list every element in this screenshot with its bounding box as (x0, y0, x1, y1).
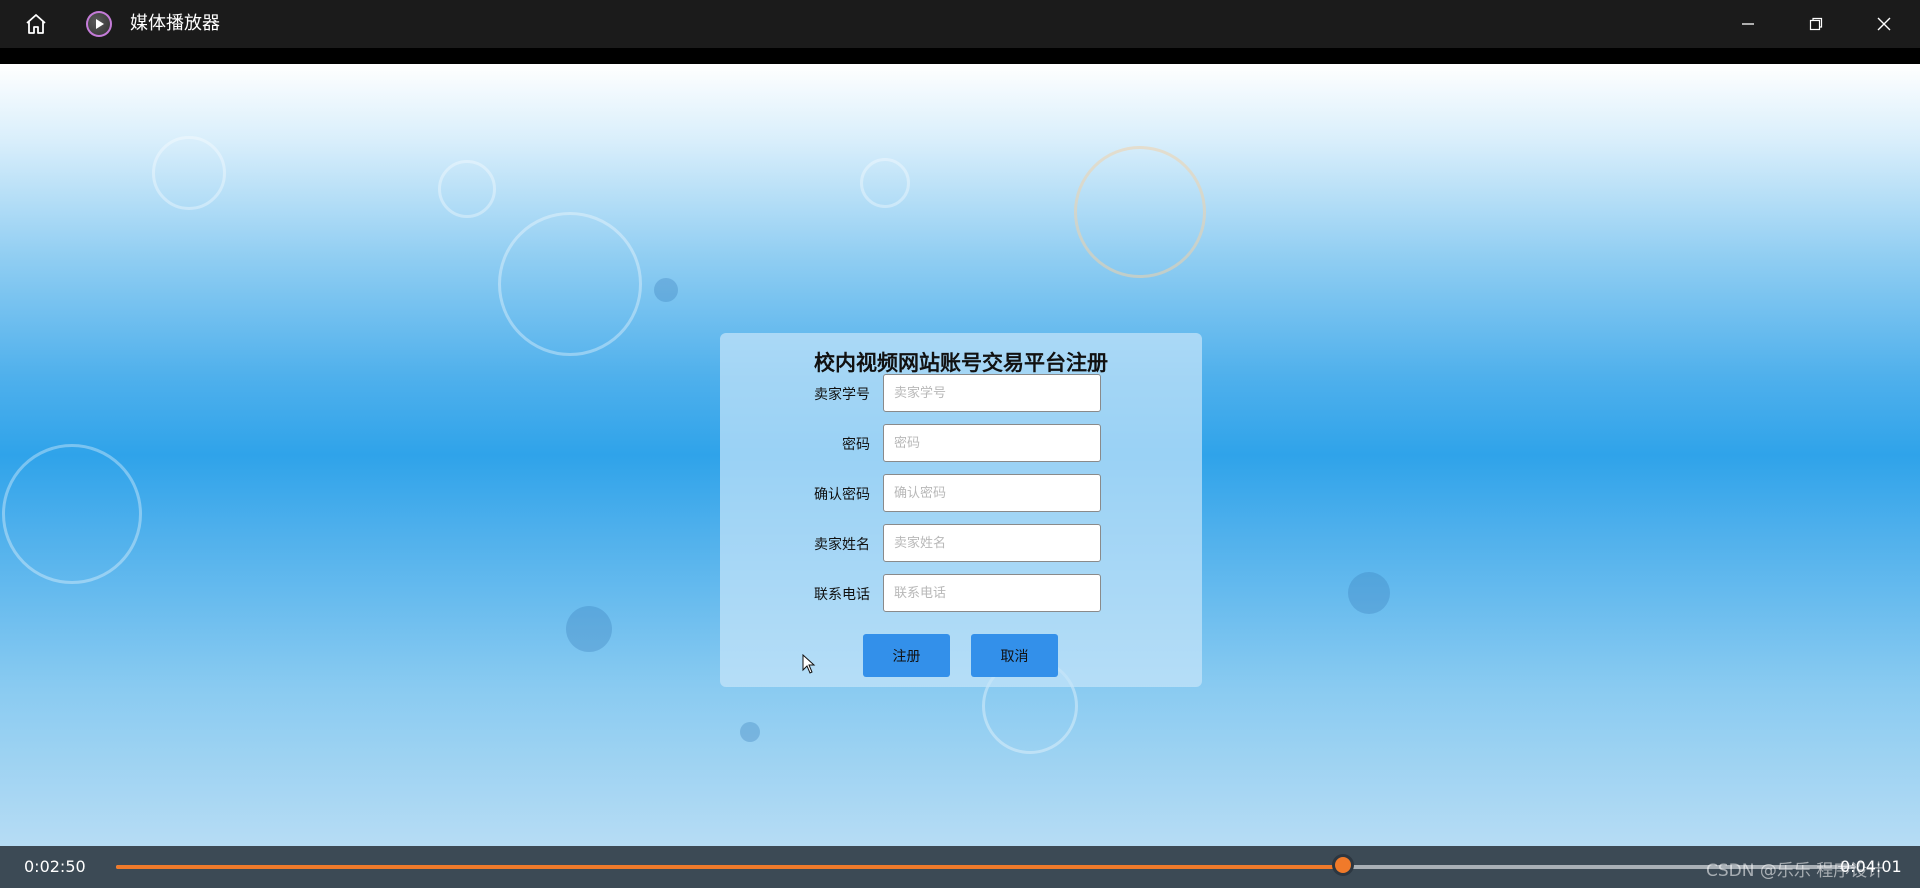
seek-thumb[interactable] (1334, 857, 1351, 873)
title-bar: 媒体播放器 (0, 0, 1920, 48)
decorative-dot (1348, 572, 1390, 614)
mouse-cursor-icon (802, 654, 816, 674)
decorative-dot (566, 606, 612, 652)
seller-name-input[interactable] (883, 524, 1101, 562)
seek-bar-progress (116, 865, 1343, 869)
decorative-bubble (1074, 146, 1206, 278)
letterbox-strip (0, 48, 1920, 64)
student-id-input[interactable] (883, 374, 1101, 412)
decorative-bubble (860, 158, 910, 208)
cancel-button[interactable]: 取消 (971, 634, 1058, 677)
home-icon (26, 14, 46, 34)
password-input[interactable] (883, 424, 1101, 462)
decorative-bubble (498, 212, 642, 356)
seller-name-label: 卖家姓名 (814, 537, 870, 553)
phone-label: 联系电话 (814, 587, 870, 603)
playback-bar: 0:02:50 0:04:01 (0, 846, 1920, 888)
register-button[interactable]: 注册 (863, 634, 950, 677)
watermark: CSDN @乐乐 程序设计 (1706, 861, 1885, 881)
minimize-button[interactable] (1724, 0, 1772, 48)
play-icon (86, 11, 112, 37)
decorative-dot (740, 722, 760, 742)
restore-button[interactable] (1792, 0, 1840, 48)
student-id-label: 卖家学号 (814, 387, 870, 403)
password-label: 密码 (842, 437, 870, 453)
minimize-icon (1742, 23, 1754, 25)
restore-icon (1809, 17, 1823, 31)
home-button[interactable] (18, 0, 54, 48)
seek-bar[interactable] (116, 857, 1856, 873)
current-time: 0:02:50 (24, 857, 86, 876)
registration-form: 校内视频网站账号交易平台注册 卖家学号 密码 确认密码 卖家姓名 联系电话 注册… (720, 333, 1202, 687)
decorative-bubble (152, 136, 226, 210)
confirm-password-input[interactable] (883, 474, 1101, 512)
form-title: 校内视频网站账号交易平台注册 (814, 350, 1108, 375)
decorative-bubble (438, 160, 496, 218)
close-button[interactable] (1860, 0, 1908, 48)
decorative-bubble (2, 444, 142, 584)
decorative-dot (654, 278, 678, 302)
app-title: 媒体播放器 (130, 13, 220, 34)
phone-input[interactable] (883, 574, 1101, 612)
confirm-password-label: 确认密码 (814, 487, 870, 503)
close-icon (1877, 17, 1891, 31)
video-frame[interactable]: 校内视频网站账号交易平台注册 卖家学号 密码 确认密码 卖家姓名 联系电话 注册… (0, 64, 1920, 846)
